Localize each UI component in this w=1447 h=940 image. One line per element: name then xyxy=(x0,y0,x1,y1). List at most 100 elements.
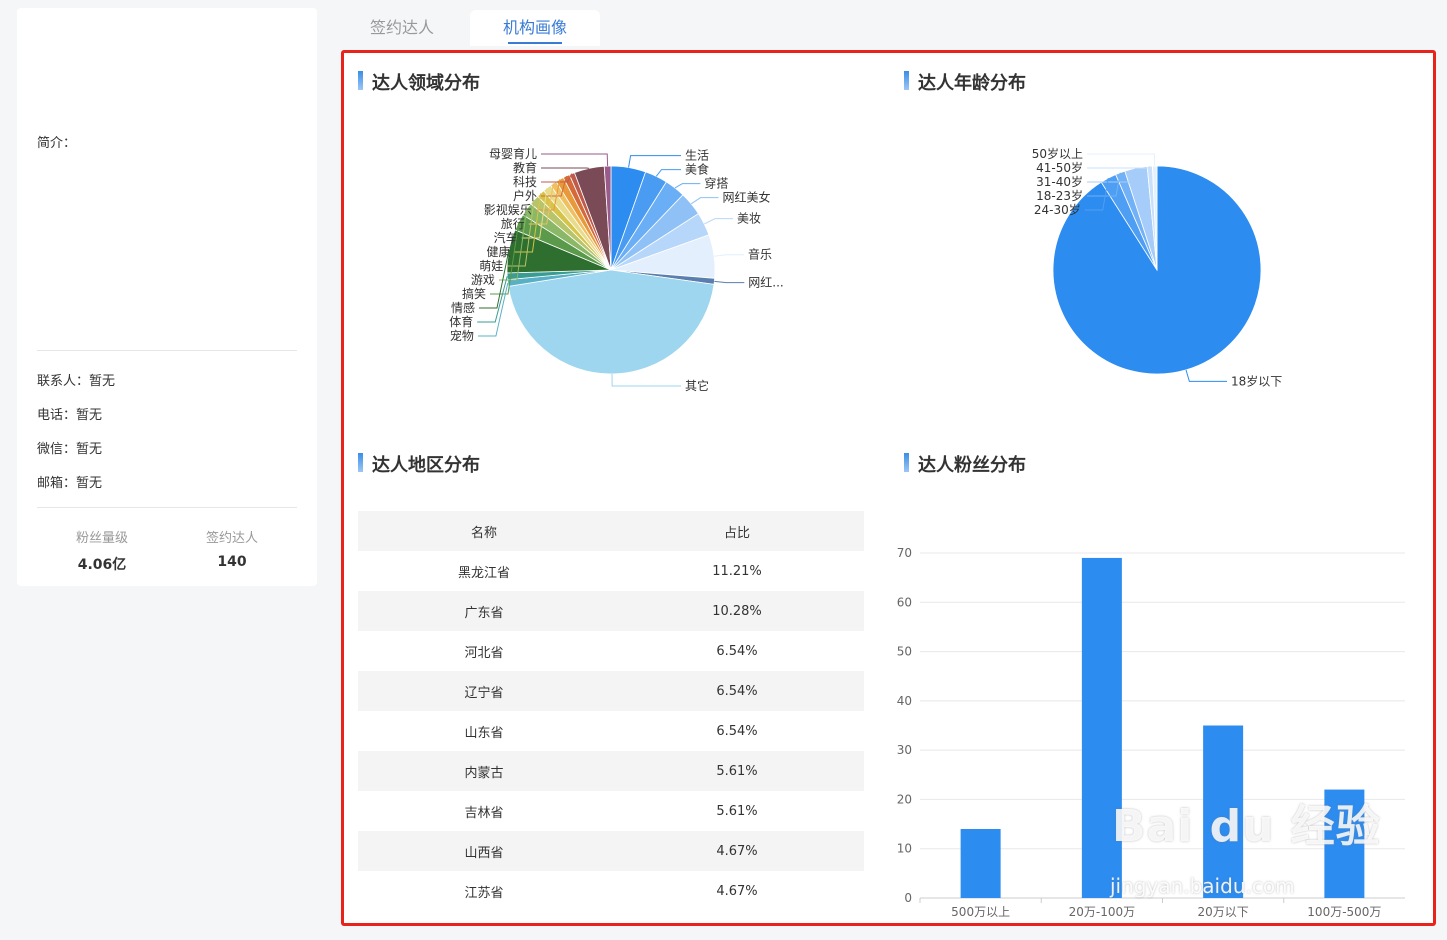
pie-label: 18岁以下 xyxy=(1231,373,1282,388)
signed-stat: 签约达人 140 xyxy=(167,527,297,570)
region-pct: 5.61% xyxy=(716,803,758,819)
contact-person: 联系人：暂无 xyxy=(37,374,116,389)
intro-label: 简介： xyxy=(37,136,77,151)
pie-label-line xyxy=(674,183,701,189)
region-name: 黑龙江省 xyxy=(457,565,510,581)
pie-label-line xyxy=(611,373,681,387)
pie-label-line xyxy=(714,254,744,257)
region-pct: 6.54% xyxy=(716,643,758,659)
table-row: 吉林省 5.61% xyxy=(358,791,864,831)
pie-label: 宠物 xyxy=(450,328,474,343)
pie-label: 41-50岁 xyxy=(1036,160,1083,175)
divider xyxy=(37,507,297,508)
region-name: 辽宁省 xyxy=(464,685,504,701)
region-table: 名称 占比 黑龙江省 11.21% 广东省 10.28% 河北省 6.54% 辽宁省 6.54… xyxy=(358,511,864,911)
y-tick-label: 50 xyxy=(897,645,912,659)
pie-label-line xyxy=(1087,153,1156,167)
pie-label: 搞笑 xyxy=(462,286,486,301)
pie-label: 其它 xyxy=(685,378,709,393)
region-name: 山东省 xyxy=(464,725,504,741)
pie-label: 汽车 xyxy=(494,230,518,245)
y-tick-label: 40 xyxy=(897,694,912,708)
y-tick-label: 60 xyxy=(897,595,912,609)
bar xyxy=(960,829,1001,898)
divider xyxy=(37,350,297,351)
fans-stat-value: 4.06亿 xyxy=(77,557,127,573)
pie-label-line xyxy=(690,197,719,205)
x-tick-label: 20万-100万 xyxy=(1069,905,1136,919)
pie-label-line xyxy=(541,153,609,167)
region-name: 江苏省 xyxy=(464,885,504,901)
y-tick-label: 20 xyxy=(897,792,912,806)
pie-label: 生活 xyxy=(685,149,709,163)
region-section-title: 达人地区分布 xyxy=(358,451,480,477)
table-row: 山西省 4.67% xyxy=(358,831,864,871)
pie-label-line xyxy=(655,169,681,177)
pie-label: 穿搭 xyxy=(704,176,728,191)
pie-label: 50岁以上 xyxy=(1032,146,1083,161)
region-pct: 11.21% xyxy=(712,563,762,579)
tab-active-indicator xyxy=(508,42,562,44)
y-tick-label: 0 xyxy=(904,891,912,905)
domain-pie-chart: 生活美食穿搭网红美女美妆音乐网红... 其它 母婴育儿教育科技户外影视娱乐旅行汽车健… xyxy=(449,146,784,393)
region-header-name: 名称 xyxy=(470,525,497,541)
pie-label-line xyxy=(1185,369,1227,382)
watermark-logo: Bai du 经验 xyxy=(1112,801,1381,852)
region-table-header: 名称 占比 xyxy=(358,511,864,551)
pie-label: 影视娱乐 xyxy=(484,202,532,217)
fans-section-title: 达人粉丝分布 xyxy=(904,451,1026,477)
fans-bar-chart: 0 10 20 30 40 50 60 70 500万以上 20万-100万 20万以下 100万-5… xyxy=(897,546,1405,919)
pie-label: 24-30岁 xyxy=(1034,202,1081,217)
region-header-pct: 占比 xyxy=(723,525,750,541)
pie-label: 31-40岁 xyxy=(1036,174,1083,189)
fans-stat: 粉丝量级 4.06亿 xyxy=(37,527,167,574)
y-tick-label: 10 xyxy=(897,842,912,856)
table-row: 河北省 6.54% xyxy=(358,631,864,671)
region-pct: 10.28% xyxy=(712,603,762,619)
tab-agency-profile[interactable]: 机构画像 xyxy=(470,10,600,46)
pie-label: 美妆 xyxy=(737,212,761,226)
contact-phone: 电话：暂无 xyxy=(37,408,103,423)
pie-slice xyxy=(507,269,715,375)
pie-label: 美食 xyxy=(685,162,709,177)
region-pct: 6.54% xyxy=(716,683,758,699)
region-pct: 5.61% xyxy=(716,763,758,779)
age-pie-chart: 18岁以下 50岁以上41-50岁31-40岁18-23岁24-30岁 xyxy=(1032,146,1283,388)
x-tick-label: 20万以下 xyxy=(1197,905,1248,919)
x-tick-label: 500万以上 xyxy=(951,905,1010,919)
pie-label: 健康 xyxy=(486,244,510,259)
watermark-url: jingyan.baidu.com xyxy=(1110,874,1295,898)
region-name: 吉林省 xyxy=(464,805,504,821)
table-row: 内蒙古 5.61% xyxy=(358,751,864,791)
age-section-title: 达人年龄分布 xyxy=(904,69,1026,95)
pie-label: 萌娃 xyxy=(479,259,503,273)
region-pct: 4.67% xyxy=(716,843,758,859)
pie-label-line xyxy=(628,155,681,168)
pie-label-line xyxy=(714,280,745,284)
pie-label: 网红美女 xyxy=(722,190,770,205)
x-tick-label: 100万-500万 xyxy=(1307,905,1381,919)
region-pct: 4.67% xyxy=(716,883,758,899)
tab-signed-influencers[interactable]: 签约达人 xyxy=(340,10,464,46)
profile-card: 简介： 联系人：暂无 电话：暂无 微信：暂无 邮箱：暂无 粉丝量级 4.06亿 … xyxy=(17,8,317,586)
tab-agency-profile-label: 机构画像 xyxy=(502,18,567,37)
signed-stat-value: 140 xyxy=(217,554,247,570)
pie-label: 科技 xyxy=(513,175,537,189)
fans-stat-label: 粉丝量级 xyxy=(75,531,128,546)
table-row: 黑龙江省 11.21% xyxy=(358,551,864,591)
pie-label: 母婴育儿 xyxy=(489,146,537,161)
y-tick-label: 30 xyxy=(897,743,912,757)
pie-label-line xyxy=(704,218,734,225)
region-pct: 6.54% xyxy=(716,723,758,739)
pie-label: 情感 xyxy=(451,300,475,315)
pie-label: 体育 xyxy=(449,314,473,329)
pie-label: 游戏 xyxy=(471,273,495,287)
pie-label: 户外 xyxy=(513,188,537,203)
region-name: 内蒙古 xyxy=(464,765,504,781)
pie-label: 18-23岁 xyxy=(1036,188,1083,203)
table-row: 辽宁省 6.54% xyxy=(358,671,864,711)
region-name: 广东省 xyxy=(464,605,504,621)
table-row: 江苏省 4.67% xyxy=(358,871,864,911)
table-row: 广东省 10.28% xyxy=(358,591,864,631)
y-tick-label: 70 xyxy=(897,546,912,560)
